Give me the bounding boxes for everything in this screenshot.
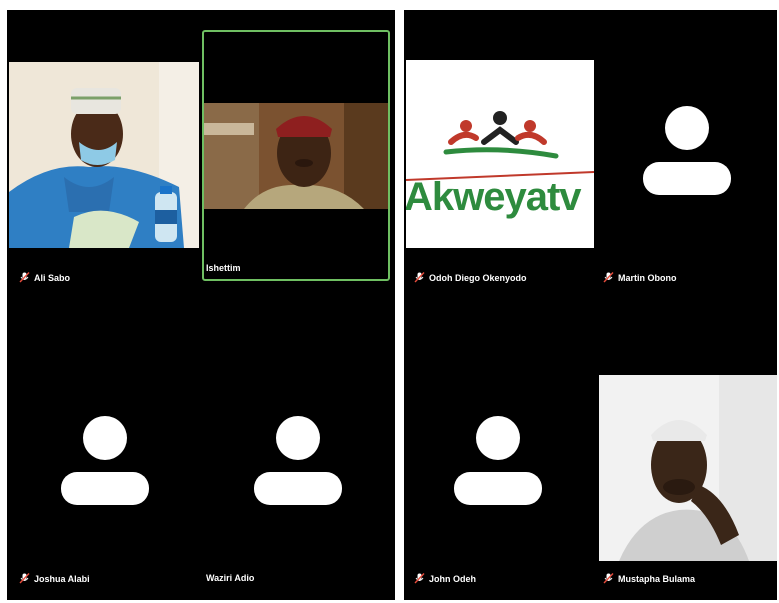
- logo-text: Akweyatv: [406, 175, 582, 219]
- participant-tile-odoh-diego-okenyodo[interactable]: Akweyatv Odoh Diego Okenyodo: [404, 30, 598, 300]
- participant-tile-waziri-adio[interactable]: Waziri Adio: [202, 310, 390, 595]
- mic-off-icon: [603, 573, 614, 584]
- person-silhouette-icon: [641, 105, 733, 200]
- participant-tile-joshua-alabi[interactable]: Joshua Alabi: [7, 310, 201, 595]
- participant-name-odoh-diego-okenyodo: Odoh Diego Okenyodo: [414, 272, 527, 283]
- gallery-panel-left: Ali Sabo Ishettim Joshua Alabi Waziri Ad…: [7, 10, 395, 600]
- person-silhouette-icon: [252, 415, 344, 510]
- participant-name-waziri-adio: Waziri Adio: [206, 573, 255, 583]
- video-feed-mustapha-bulama: [599, 375, 777, 561]
- participant-tile-mustapha-bulama[interactable]: Mustapha Bulama: [599, 310, 777, 595]
- gallery-panel-right: Akweyatv Odoh Diego Okenyodo Martin Obon…: [404, 10, 777, 600]
- mic-off-icon: [19, 272, 30, 283]
- participant-tile-john-odeh[interactable]: John Odeh: [404, 310, 598, 595]
- participant-name-ishettim: Ishettim: [206, 263, 241, 273]
- person-silhouette-icon: [452, 415, 544, 510]
- akweya-people-logo: Akweyatv: [406, 60, 594, 248]
- participant-name-mustapha-bulama: Mustapha Bulama: [603, 573, 695, 584]
- participant-name-john-odeh: John Odeh: [414, 573, 476, 584]
- video-feed-ali-sabo: [9, 62, 199, 248]
- mic-off-icon: [414, 272, 425, 283]
- participant-name-martin-obono: Martin Obono: [603, 272, 677, 283]
- person-silhouette-icon: [59, 415, 151, 510]
- participant-name-joshua-alabi: Joshua Alabi: [19, 573, 90, 584]
- mic-off-icon: [603, 272, 614, 283]
- video-feed-ishettim: [204, 103, 388, 209]
- participant-tile-martin-obono[interactable]: Martin Obono: [599, 30, 777, 300]
- participant-tile-ali-sabo[interactable]: Ali Sabo: [7, 30, 201, 300]
- participant-tile-ishettim[interactable]: Ishettim: [202, 30, 390, 281]
- participant-name-ali-sabo: Ali Sabo: [19, 272, 70, 283]
- mic-off-icon: [19, 573, 30, 584]
- mic-off-icon: [414, 573, 425, 584]
